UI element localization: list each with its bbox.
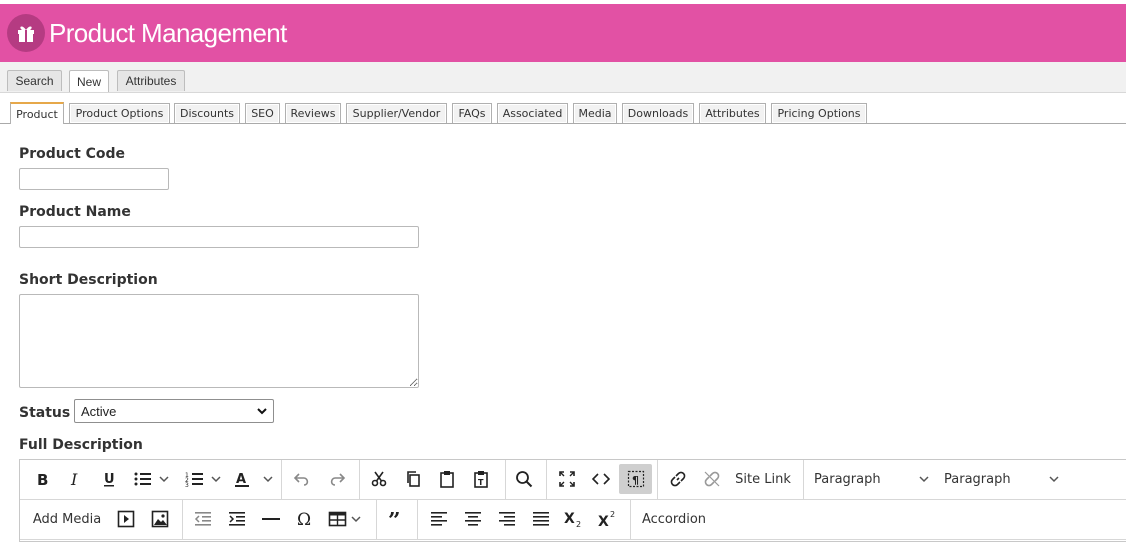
underline-icon[interactable]: U <box>97 464 121 494</box>
toolbar-separator <box>657 460 658 499</box>
add-media-button[interactable]: Add Media <box>28 504 106 534</box>
svg-text:U: U <box>104 472 115 487</box>
main-tab-bar: Search New Attributes <box>0 62 1126 93</box>
product-name-label: Product Name <box>19 204 131 220</box>
short-description-label: Short Description <box>19 272 158 288</box>
link-icon[interactable] <box>666 464 690 494</box>
page-title: Product Management <box>49 17 287 48</box>
align-justify-icon[interactable] <box>529 504 553 534</box>
svg-text:”: ” <box>388 512 401 526</box>
image-icon[interactable] <box>148 504 172 534</box>
subtab-attributes[interactable]: Attributes <box>699 103 766 123</box>
subtab-faqs[interactable]: FAQs <box>452 103 492 123</box>
numbered-list-icon[interactable]: 123 <box>183 464 223 494</box>
svg-text:Ω: Ω <box>297 510 311 528</box>
toolbar-separator <box>546 460 547 499</box>
show-blocks-icon[interactable]: ¶ <box>619 464 652 494</box>
table-icon[interactable] <box>326 504 366 534</box>
subtab-reviews[interactable]: Reviews <box>285 103 341 123</box>
subtab-downloads[interactable]: Downloads <box>622 103 694 123</box>
source-code-icon[interactable] <box>589 464 613 494</box>
gift-icon <box>7 14 45 52</box>
editor-toolbar-row-2: Add Media Ω ” X 2 X 2 Accordion <box>20 500 1126 540</box>
svg-text:3: 3 <box>185 482 189 487</box>
toolbar-separator <box>376 500 377 539</box>
fullscreen-icon[interactable] <box>555 464 579 494</box>
blockquote-icon[interactable]: ” <box>384 504 408 534</box>
cut-icon[interactable] <box>367 464 391 494</box>
redo-icon[interactable] <box>325 464 349 494</box>
subtab-media[interactable]: Media <box>573 103 617 123</box>
svg-text:2: 2 <box>610 510 615 519</box>
unlink-icon[interactable] <box>700 464 724 494</box>
copy-icon[interactable] <box>401 464 425 494</box>
special-character-icon[interactable]: Ω <box>293 504 317 534</box>
indent-icon[interactable] <box>225 504 249 534</box>
svg-text:I: I <box>70 471 78 487</box>
subtab-pricing-options[interactable]: Pricing Options <box>771 103 867 123</box>
site-link-button[interactable]: Site Link <box>732 464 794 494</box>
product-code-input[interactable] <box>19 168 169 190</box>
toolbar-separator <box>281 460 282 499</box>
video-icon[interactable] <box>114 504 138 534</box>
chevron-down-icon <box>256 404 268 421</box>
italic-icon[interactable]: I <box>63 464 87 494</box>
horizontal-line-icon[interactable] <box>259 504 283 534</box>
paragraph-style-label: Paragraph <box>944 471 1011 487</box>
align-right-icon[interactable] <box>495 504 519 534</box>
toolbar-separator <box>505 460 506 499</box>
paste-icon[interactable] <box>435 464 459 494</box>
subtab-product[interactable]: Product <box>10 102 64 124</box>
subtab-discounts[interactable]: Discounts <box>174 103 240 123</box>
full-description-label: Full Description <box>19 437 143 453</box>
paragraph-format-label: Paragraph <box>814 471 881 487</box>
outdent-icon[interactable] <box>191 504 215 534</box>
toolbar-separator <box>182 500 183 539</box>
toolbar-separator <box>359 460 360 499</box>
toolbar-separator <box>417 500 418 539</box>
status-selected-value: Active <box>81 403 117 419</box>
bullet-list-icon[interactable] <box>131 464 171 494</box>
text-color-icon[interactable]: A <box>231 464 275 494</box>
tab-search[interactable]: Search <box>7 70 62 91</box>
svg-text:X: X <box>564 511 575 527</box>
product-name-input[interactable] <box>19 226 419 248</box>
bold-icon[interactable]: B <box>30 464 54 494</box>
status-label: Status <box>19 405 71 421</box>
editor-toolbar-row-1: B I U 123 A T ¶ Site Link Paragraph Para… <box>20 460 1126 500</box>
subtab-product-options[interactable]: Product Options <box>69 103 170 123</box>
subtab-supplier-vendor[interactable]: Supplier/Vendor <box>346 103 447 123</box>
undo-icon[interactable] <box>290 464 314 494</box>
toolbar-separator <box>803 460 804 499</box>
svg-text:X: X <box>598 514 609 528</box>
subtab-associated[interactable]: Associated <box>497 103 568 123</box>
tab-attributes[interactable]: Attributes <box>117 70 185 91</box>
short-description-textarea[interactable] <box>19 294 419 388</box>
search-icon[interactable] <box>512 464 536 494</box>
product-sub-tab-bar: Product Product Options Discounts SEO Re… <box>0 92 1126 124</box>
svg-text:B: B <box>37 471 48 487</box>
chevron-down-icon[interactable] <box>1046 464 1062 494</box>
paste-text-icon[interactable]: T <box>469 464 493 494</box>
align-center-icon[interactable] <box>461 504 485 534</box>
status-select[interactable]: Active <box>74 399 274 423</box>
subtab-seo[interactable]: SEO <box>245 103 280 123</box>
svg-text:2: 2 <box>576 520 581 528</box>
svg-text:A: A <box>236 472 246 487</box>
align-left-icon[interactable] <box>427 504 451 534</box>
toolbar-separator <box>630 500 631 539</box>
superscript-icon[interactable]: X2 <box>596 504 620 534</box>
chevron-down-icon[interactable] <box>916 464 932 494</box>
svg-text:T: T <box>478 478 484 487</box>
svg-text:¶: ¶ <box>632 474 639 487</box>
product-code-label: Product Code <box>19 146 126 162</box>
app-header: Product Management <box>0 4 1126 62</box>
subscript-icon[interactable]: X2 <box>562 504 586 534</box>
accordion-button[interactable]: Accordion <box>638 504 710 534</box>
tab-new[interactable]: New <box>69 70 109 92</box>
rich-text-editor: B I U 123 A T ¶ Site Link Paragraph Para… <box>19 459 1126 542</box>
